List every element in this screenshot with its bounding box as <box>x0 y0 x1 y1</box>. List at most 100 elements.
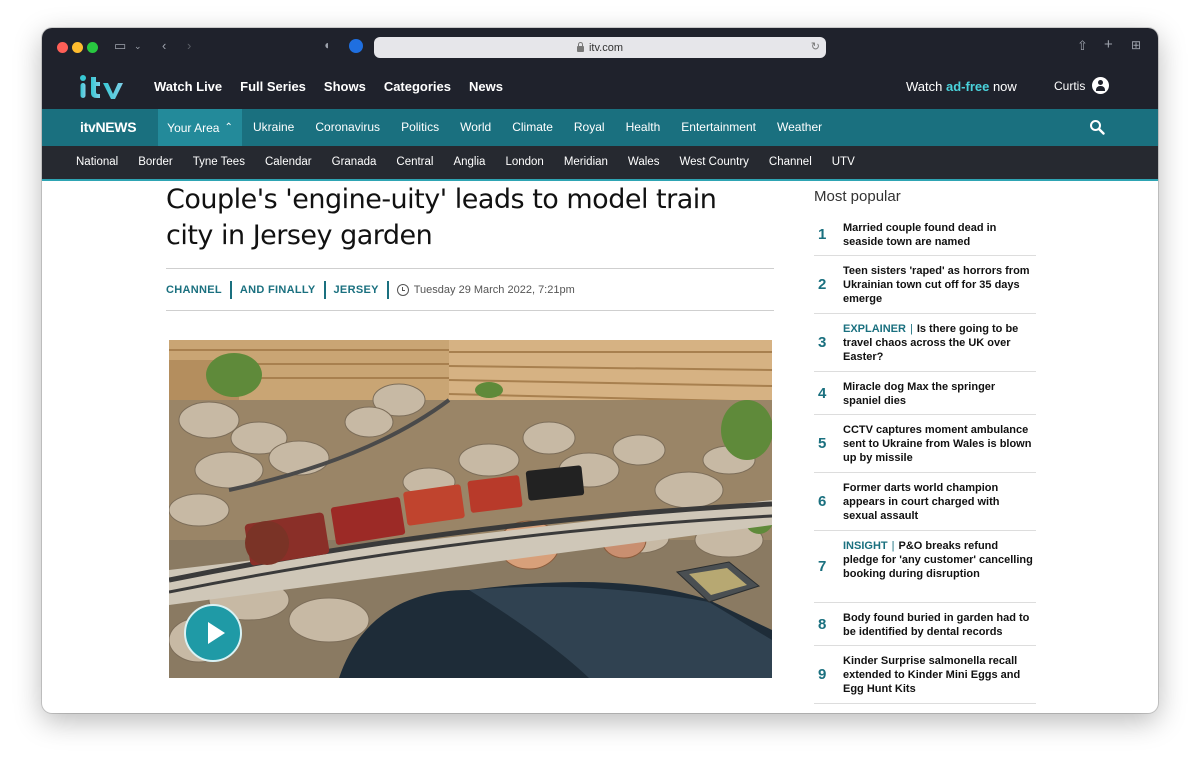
user-name[interactable]: Curtis <box>1054 79 1085 93</box>
news-nav-bar: itvNEWS Your Area ⌃ Ukraine Coronavirus … <box>42 109 1158 146</box>
article-meta: CHANNEL AND FINALLY JERSEY Tuesday 29 Ma… <box>166 280 575 300</box>
region-london[interactable]: London <box>505 156 543 168</box>
list-item[interactable]: 2 Teen sisters 'raped' as horrors from U… <box>814 256 1036 314</box>
region-meridian[interactable]: Meridian <box>564 156 608 168</box>
region-wales[interactable]: Wales <box>628 156 660 168</box>
article-timestamp: Tuesday 29 March 2022, 7:21pm <box>396 284 575 296</box>
nav-shows[interactable]: Shows <box>324 79 366 94</box>
tag-channel[interactable]: CHANNEL <box>166 284 222 296</box>
item-label: INSIGHT <box>843 540 888 552</box>
tag-jersey[interactable]: JERSEY <box>334 284 379 296</box>
item-number: 8 <box>818 615 827 633</box>
list-item[interactable]: 1 Married couple found dead in seaside t… <box>814 213 1036 256</box>
divider <box>229 281 232 299</box>
list-item[interactable]: 7 INSIGHT | P&O breaks refund pledge for '… <box>814 531 1036 603</box>
shield-icon[interactable]: ◖ <box>323 38 330 52</box>
close-window-button[interactable] <box>57 42 68 53</box>
news-sections: Ukraine Coronavirus Politics World Clima… <box>253 120 822 134</box>
item-number: 4 <box>818 384 827 402</box>
region-central[interactable]: Central <box>396 156 433 168</box>
list-item[interactable]: 4 Miracle dog Max the springer spaniel d… <box>814 372 1036 415</box>
share-icon[interactable]: ⇧ <box>1077 38 1088 54</box>
watch-ad-free-link[interactable]: Watch ad-free now <box>906 79 1017 94</box>
new-tab-icon[interactable]: + <box>1104 36 1113 53</box>
news-nav-world[interactable]: World <box>460 120 491 134</box>
region-granada[interactable]: Granada <box>332 156 377 168</box>
tab-overview-icon[interactable]: ⊞ <box>1131 38 1141 52</box>
list-item[interactable]: 6 Former darts world champion appears in… <box>814 473 1036 531</box>
user-account-icon[interactable] <box>1092 77 1109 94</box>
nav-full-series[interactable]: Full Series <box>240 79 306 94</box>
news-nav-health[interactable]: Health <box>626 120 661 134</box>
most-popular-list: 1 Married couple found dead in seaside t… <box>814 213 1036 704</box>
region-tyne-tees[interactable]: Tyne Tees <box>193 156 245 168</box>
region-calendar[interactable]: Calendar <box>265 156 312 168</box>
article-headline: Couple's 'engine-uity' leads to model tr… <box>166 184 717 251</box>
news-nav-politics[interactable]: Politics <box>401 120 439 134</box>
itv-logo-icon[interactable] <box>78 73 132 101</box>
chevron-down-icon[interactable]: ⌄ <box>134 41 142 52</box>
address-bar[interactable]: itv.com ↻ <box>374 37 826 58</box>
item-headline: Body found buried in garden had to be id… <box>843 612 1030 638</box>
most-popular-title: Most popular <box>814 188 901 205</box>
itv-news-logo[interactable]: itvNEWS <box>80 119 137 135</box>
region-channel[interactable]: Channel <box>769 156 812 168</box>
region-border[interactable]: Border <box>138 156 173 168</box>
top-nav: Watch Live Full Series Shows Categories … <box>154 79 503 94</box>
back-icon[interactable]: ‹ <box>162 38 166 53</box>
item-headline: Miracle dog Max the springer spaniel die… <box>843 381 996 407</box>
news-nav-climate[interactable]: Climate <box>512 120 553 134</box>
item-number: 9 <box>818 666 827 683</box>
list-item[interactable]: 5 CCTV captures moment ambulance sent to… <box>814 415 1036 473</box>
region-west-country[interactable]: West Country <box>679 156 748 168</box>
adfree-highlight: ad-free <box>945 79 990 94</box>
nav-categories[interactable]: Categories <box>384 79 451 94</box>
item-headline: Teen sisters 'raped' as horrors from Ukr… <box>843 265 1030 305</box>
item-headline: Married couple found dead in seaside tow… <box>843 222 997 248</box>
news-nav-coronavirus[interactable]: Coronavirus <box>315 120 380 134</box>
lock-icon <box>576 41 584 52</box>
adfree-suffix: now <box>989 79 1017 94</box>
clock-icon <box>396 284 409 296</box>
news-nav-entertainment[interactable]: Entertainment <box>681 120 756 134</box>
divider <box>166 268 774 269</box>
play-button[interactable] <box>184 604 242 662</box>
divider: | <box>891 540 895 552</box>
your-area-toggle[interactable]: Your Area ⌃ <box>158 109 242 146</box>
divider <box>323 281 326 299</box>
region-national[interactable]: National <box>76 156 118 168</box>
item-headline: CCTV captures moment ambulance sent to U… <box>843 424 1032 464</box>
search-icon[interactable] <box>1089 119 1105 135</box>
item-number: 3 <box>818 334 827 351</box>
your-area-label: Your Area <box>167 120 220 135</box>
reload-icon[interactable]: ↻ <box>811 40 820 53</box>
password-extension-icon[interactable] <box>349 39 363 53</box>
zoom-window-button[interactable] <box>87 42 98 53</box>
url-text: itv.com <box>588 41 624 54</box>
item-headline: Kinder Surprise salmonella recall extend… <box>843 655 1021 695</box>
divider <box>386 281 389 299</box>
divider <box>166 310 774 311</box>
news-nav-royal[interactable]: Royal <box>574 120 605 134</box>
news-nav-ukraine[interactable]: Ukraine <box>253 120 294 134</box>
item-number: 5 <box>818 435 827 452</box>
item-headline: EXPLAINER | Is there going to be travel ch… <box>843 314 1036 371</box>
list-item[interactable]: 8 Body found buried in garden had to be … <box>814 603 1036 646</box>
tag-and-finally[interactable]: AND FINALLY <box>240 284 316 296</box>
region-list: National Border Tyne Tees Calendar Grana… <box>76 156 855 168</box>
forward-icon[interactable]: › <box>187 38 191 53</box>
sidebar-icon[interactable]: ▭ <box>114 38 126 54</box>
item-number: 2 <box>818 276 827 293</box>
article-video-thumbnail[interactable] <box>169 340 772 678</box>
nav-news[interactable]: News <box>469 79 503 94</box>
list-item[interactable]: 9 Kinder Surprise salmonella recall exte… <box>814 646 1036 704</box>
item-number: 7 <box>818 558 827 575</box>
news-nav-weather[interactable]: Weather <box>777 120 822 134</box>
region-utv[interactable]: UTV <box>832 156 855 168</box>
item-number: 1 <box>818 225 827 243</box>
nav-watch-live[interactable]: Watch Live <box>154 79 222 94</box>
minimize-window-button[interactable] <box>72 42 83 53</box>
item-headline: INSIGHT | P&O breaks refund pledge for 'an… <box>843 531 1036 602</box>
list-item[interactable]: 3 EXPLAINER | Is there going to be travel … <box>814 314 1036 372</box>
region-anglia[interactable]: Anglia <box>453 156 485 168</box>
